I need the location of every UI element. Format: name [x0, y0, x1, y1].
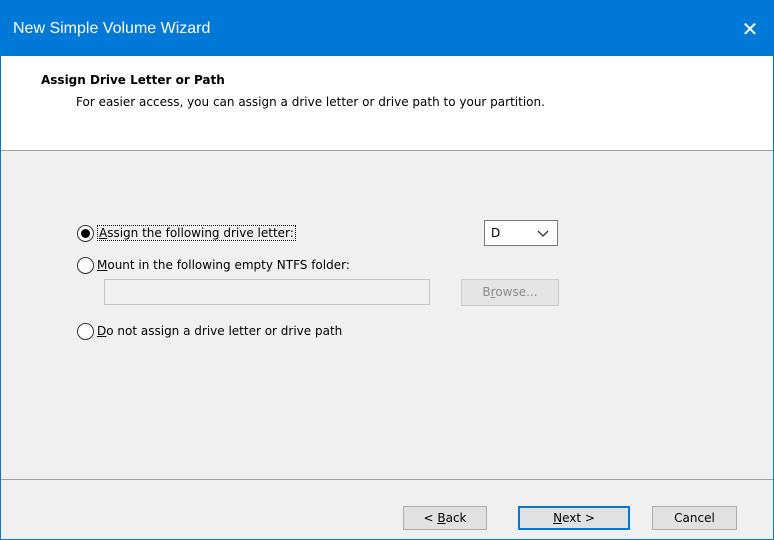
radio-no-assign-label: Do not assign a drive letter or drive pa… — [97, 324, 343, 338]
page-subtitle: For easier access, you can assign a driv… — [76, 95, 545, 109]
radio-button[interactable] — [77, 256, 94, 274]
close-icon[interactable]: ✕ — [727, 11, 773, 47]
window-title: New Simple Volume Wizard — [13, 20, 211, 37]
title-bar: New Simple Volume Wizard ✕ — [1, 1, 773, 56]
radio-assign-letter[interactable]: Assign the following drive letter: — [77, 223, 296, 243]
next-button[interactable]: Next > — [518, 506, 630, 530]
browse-button[interactable]: Browse... — [461, 279, 559, 306]
drive-letter-select[interactable]: D — [484, 220, 558, 246]
wizard-body: Assign the following drive letter: D Mou… — [1, 151, 773, 479]
radio-mount-folder-label: Mount in the following empty NTFS folder… — [97, 258, 350, 272]
radio-no-assign[interactable]: Do not assign a drive letter or drive pa… — [77, 321, 342, 341]
footer-divider — [1, 479, 773, 480]
chevron-down-icon — [537, 230, 549, 237]
radio-button[interactable] — [77, 322, 94, 340]
radio-button-checked[interactable] — [77, 224, 94, 242]
folder-path-input[interactable] — [104, 279, 430, 305]
back-button[interactable]: < Back — [403, 506, 487, 530]
drive-letter-value: D — [491, 226, 501, 240]
radio-assign-letter-label: Assign the following drive letter: — [97, 225, 296, 241]
radio-mount-folder[interactable]: Mount in the following empty NTFS folder… — [77, 255, 350, 275]
wizard-header: Assign Drive Letter or Path For easier a… — [1, 56, 773, 151]
cancel-button[interactable]: Cancel — [652, 506, 737, 530]
page-title: Assign Drive Letter or Path — [41, 73, 225, 87]
wizard-window: New Simple Volume Wizard ✕ Assign Drive … — [0, 0, 774, 540]
